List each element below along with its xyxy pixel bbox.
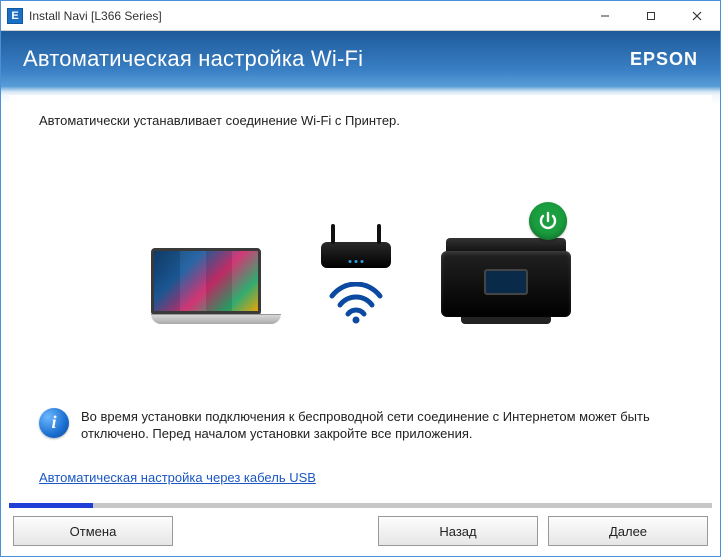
usb-setup-link[interactable]: Автоматическая настройка через кабель US… [39, 470, 316, 485]
minimize-icon [600, 11, 610, 21]
footer-spacer [183, 516, 368, 546]
footer: Отмена Назад Далее [1, 508, 720, 556]
back-button[interactable]: Назад [378, 516, 538, 546]
cancel-button[interactable]: Отмена [13, 516, 173, 546]
content: Автоматически устанавливает соединение W… [9, 95, 712, 503]
connection-diagram [39, 184, 682, 324]
header-gradient [1, 87, 720, 95]
titlebar: E Install Navi [L366 Series] [1, 1, 720, 31]
wizard-header: Автоматическая настройка Wi-Fi EPSON [1, 31, 720, 87]
info-icon: i [39, 408, 69, 438]
next-button[interactable]: Далее [548, 516, 708, 546]
power-icon [529, 202, 567, 240]
info-note: i Во время установки подключения к беспр… [39, 398, 682, 443]
content-wrapper: Автоматически устанавливает соединение W… [1, 95, 720, 503]
laptop-icon [151, 248, 271, 324]
maximize-button[interactable] [628, 1, 674, 30]
page-heading: Автоматическая настройка Wi-Fi [23, 46, 363, 72]
install-navi-window: E Install Navi [L366 Series] Автоматичес… [0, 0, 721, 557]
info-text: Во время установки подключения к беспров… [81, 408, 682, 443]
router-icon [321, 242, 391, 268]
link-row: Автоматическая настройка через кабель US… [39, 469, 682, 487]
brand-logo: EPSON [630, 49, 698, 70]
router-wifi-icon [321, 242, 391, 324]
minimize-button[interactable] [582, 1, 628, 30]
app-icon: E [7, 8, 23, 24]
maximize-icon [646, 11, 656, 21]
description-text: Автоматически устанавливает соединение W… [39, 113, 682, 128]
printer-icon [441, 238, 571, 324]
close-icon [692, 11, 702, 21]
window-controls [582, 1, 720, 30]
close-button[interactable] [674, 1, 720, 30]
wifi-icon [328, 282, 384, 324]
window-title: Install Navi [L366 Series] [29, 9, 582, 23]
